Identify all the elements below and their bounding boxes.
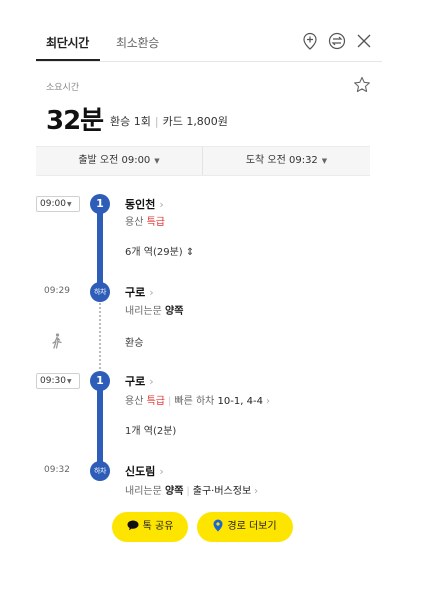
close-icon[interactable] <box>356 33 372 49</box>
total-duration: 32분 <box>46 106 104 136</box>
swap-icon[interactable] <box>328 32 346 50</box>
station-sindorim[interactable]: 신도림 › <box>125 463 164 479</box>
walking-person-icon <box>52 333 62 349</box>
alight-badge: 하차 <box>90 461 110 481</box>
speech-bubble-icon <box>127 520 139 530</box>
arrival-time: 09:29 <box>44 286 70 296</box>
final-arrival-time: 09:32 <box>44 465 70 475</box>
stops-count: 1개 역(2분) <box>125 426 177 437</box>
route-meta: 환승 1회 | 카드 1,800원 <box>110 115 228 128</box>
star-icon[interactable] <box>353 76 371 94</box>
caret-down-icon: ▼ <box>321 157 328 165</box>
transfer-time-dropdown[interactable]: 09:30▼ <box>36 373 80 389</box>
line-1-badge: 1 <box>90 371 110 391</box>
more-routes-button[interactable]: 경로 더보기 <box>197 512 293 542</box>
share-talk-button[interactable]: 톡 공유 <box>112 512 188 542</box>
fare: 카드 1,800원 <box>162 115 228 128</box>
station-guro-alight[interactable]: 구로 › <box>125 284 154 300</box>
route-tabs: 최단시간 최소환승 <box>36 28 382 62</box>
tab-fewest-transfers[interactable]: 최소환승 <box>116 34 159 51</box>
route-line-segment-1 <box>97 204 103 294</box>
door-info: 내리는문 양쪽 <box>125 306 184 317</box>
route-line-segment-2 <box>97 382 103 470</box>
header-actions <box>302 32 372 50</box>
caret-down-icon: ▼ <box>66 201 72 208</box>
station-guro[interactable]: 구로 › <box>125 373 154 389</box>
transfer-walk-line <box>99 300 101 380</box>
arrive-time-selector[interactable]: 도착 오전 09:32 ▼ <box>203 147 370 175</box>
caret-down-icon: ▼ <box>66 378 72 385</box>
map-pin-icon <box>213 519 223 531</box>
transfer-label: 환승 <box>125 338 144 349</box>
chevron-right-icon: › <box>159 465 164 478</box>
train-direction-and-fast-exit[interactable]: 용산 특급 | 빠른 하차 10-1, 4-4 › <box>125 392 270 407</box>
chevron-right-icon: › <box>149 286 154 299</box>
active-tab-indicator <box>36 59 100 61</box>
chevron-right-icon: › <box>159 198 164 211</box>
tab-fastest[interactable]: 최단시간 <box>46 34 89 51</box>
door-and-exit-info[interactable]: 내리는문 양쪽 | 출구·버스정보 › <box>125 482 258 497</box>
departure-time-dropdown[interactable]: 09:00▼ <box>36 196 80 212</box>
train-direction: 용산 특급 <box>125 217 165 228</box>
caret-down-icon: ▼ <box>154 157 160 165</box>
expand-icon: ⇕ <box>185 247 195 258</box>
chevron-right-icon: › <box>265 396 270 407</box>
stops-count-toggle[interactable]: 6개 역(29분) ⇕ <box>125 243 194 258</box>
transfer-count: 환승 1회 <box>110 115 151 128</box>
add-place-icon[interactable] <box>302 32 318 50</box>
line-1-badge: 1 <box>90 194 110 214</box>
station-dongincheon[interactable]: 동인천 › <box>125 196 164 212</box>
chevron-right-icon: › <box>149 375 154 388</box>
duration-label: 소요시간 <box>46 83 80 93</box>
time-selector-bar: 출발 오전 09:00 ▼ 도착 오전 09:32 ▼ <box>36 146 370 176</box>
chevron-right-icon: › <box>254 486 259 497</box>
depart-time-selector[interactable]: 출발 오전 09:00 ▼ <box>36 147 203 175</box>
alight-badge: 하차 <box>90 282 110 302</box>
